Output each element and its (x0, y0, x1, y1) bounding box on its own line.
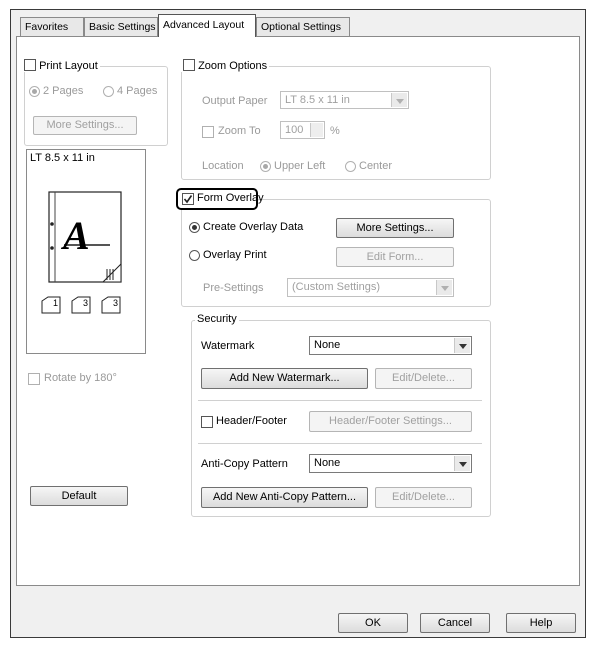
tab-advanced-layout[interactable]: Advanced Layout (158, 14, 256, 37)
output-paper-value: LT 8.5 x 11 in (285, 94, 350, 106)
tab-optional-settings[interactable]: Optional Settings (256, 17, 350, 36)
form-overlay-label: Form Overlay (197, 192, 264, 204)
print-layout-label: Print Layout (39, 60, 98, 72)
pre-settings-select[interactable]: (Custom Settings) (287, 278, 454, 297)
zoom-to-checkbox[interactable] (202, 126, 214, 138)
print-layout-checkbox[interactable] (24, 59, 36, 71)
chevron-down-icon (454, 338, 470, 353)
edit-form-button[interactable]: Edit Form... (336, 247, 454, 267)
tab-favorites[interactable]: Favorites (20, 17, 84, 36)
security-label: Security (195, 313, 239, 325)
add-anti-copy-button[interactable]: Add New Anti-Copy Pattern... (201, 487, 368, 508)
copy-mark-2: 3 (83, 298, 89, 308)
header-footer-label: Header/Footer (216, 415, 287, 427)
pre-settings-value: (Custom Settings) (292, 281, 381, 293)
header-footer-settings-button[interactable]: Header/Footer Settings... (309, 411, 472, 432)
separator (198, 443, 482, 444)
copy-mark-3: 3 (113, 298, 119, 308)
anti-copy-select[interactable]: None (309, 454, 472, 473)
chevron-down-icon (391, 93, 407, 107)
zoom-to-label: Zoom To (218, 125, 261, 137)
watermark-value: None (314, 339, 341, 351)
cancel-button[interactable]: Cancel (420, 613, 490, 633)
copy-mark-1: 1 (53, 298, 59, 308)
output-paper-select[interactable]: LT 8.5 x 11 in (280, 91, 409, 109)
upper-left-label: Upper Left (274, 160, 326, 172)
zoom-unit: % (330, 125, 340, 137)
print-layout-legend: Print Layout (22, 59, 100, 72)
radio-2-pages-label: 2 Pages (43, 85, 84, 97)
tab-basic-settings[interactable]: Basic Settings (84, 17, 158, 36)
spinner-arrows-icon[interactable] (310, 123, 323, 137)
zoom-value: 100 (285, 124, 304, 136)
form-overlay-checkbox[interactable] (182, 193, 194, 205)
overlay-more-settings-button[interactable]: More Settings... (336, 218, 454, 238)
checkmark-icon (183, 195, 193, 204)
watermark-select[interactable]: None (309, 336, 472, 355)
add-watermark-button[interactable]: Add New Watermark... (201, 368, 368, 389)
help-button[interactable]: Help (506, 613, 576, 633)
zoom-options-legend: Zoom Options (181, 59, 270, 72)
chevron-down-icon (454, 456, 470, 471)
print-layout-more-settings-button[interactable]: More Settings... (33, 116, 137, 135)
separator (198, 400, 482, 401)
default-button[interactable]: Default (30, 486, 128, 506)
zoom-options-label: Zoom Options (198, 60, 268, 72)
radio-create-overlay-data[interactable] (189, 222, 200, 233)
radio-4-pages[interactable] (103, 86, 114, 97)
create-overlay-label: Create Overlay Data (203, 221, 304, 233)
watermark-label: Watermark (201, 340, 255, 352)
zoom-value-spinner[interactable]: 100 (280, 121, 325, 139)
radio-center[interactable] (345, 161, 356, 172)
header-footer-checkbox[interactable] (201, 416, 213, 428)
zoom-options-checkbox[interactable] (183, 59, 195, 71)
layout-preview: LT 8.5 x 11 in A 1 3 3 (26, 149, 146, 354)
watermark-edit-delete-button[interactable]: Edit/Delete... (375, 368, 472, 389)
rotate-180-checkbox[interactable] (28, 373, 40, 385)
radio-4-pages-label: 4 Pages (117, 85, 158, 97)
location-label: Location (202, 160, 244, 172)
output-paper-label: Output Paper (202, 95, 268, 107)
radio-2-pages[interactable] (29, 86, 40, 97)
anti-copy-label: Anti-Copy Pattern (201, 458, 288, 470)
anti-copy-edit-delete-button[interactable]: Edit/Delete... (375, 487, 472, 508)
rotate-180-label: Rotate by 180° (44, 372, 117, 384)
ok-button[interactable]: OK (338, 613, 408, 633)
radio-overlay-print[interactable] (189, 250, 200, 261)
overlay-print-label: Overlay Print (203, 249, 267, 261)
pre-settings-label: Pre-Settings (203, 282, 264, 294)
radio-upper-left[interactable] (260, 161, 271, 172)
chevron-down-icon (436, 280, 452, 295)
preview-paper-size: LT 8.5 x 11 in (30, 152, 95, 164)
preview-letter: A (63, 213, 90, 258)
anti-copy-value: None (314, 457, 341, 469)
center-label: Center (359, 160, 393, 172)
